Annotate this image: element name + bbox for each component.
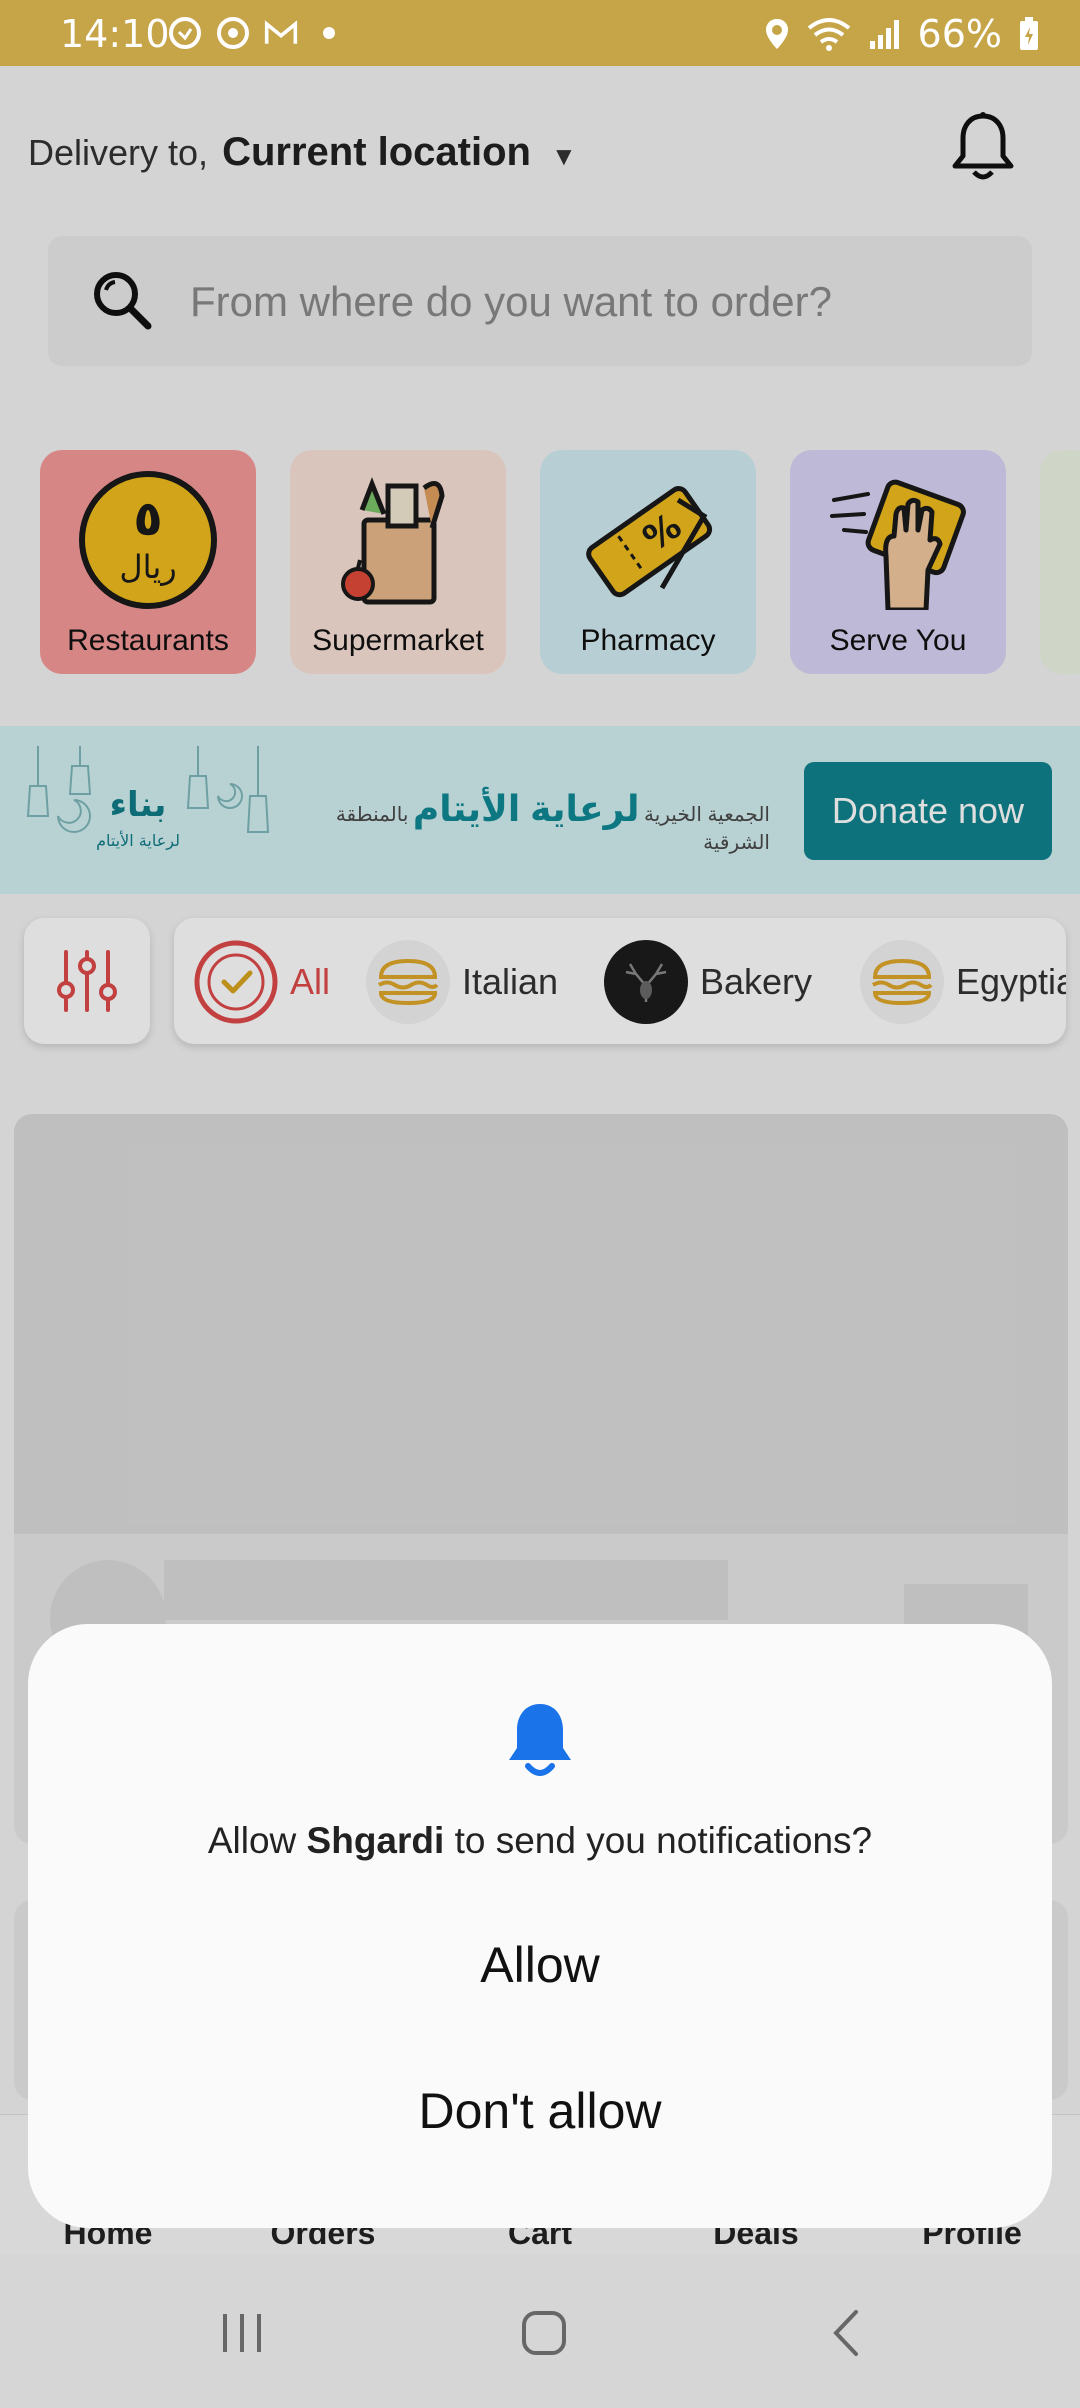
battery-icon — [1020, 17, 1038, 50]
bell-icon — [506, 1702, 574, 1778]
app-notification-icon — [168, 16, 202, 50]
sync-icon — [216, 16, 250, 50]
allow-button[interactable]: Allow — [88, 1910, 992, 2020]
notification-permission-dialog: Allow Shgardi to send you notifications?… — [28, 1624, 1052, 2228]
wifi-icon — [807, 18, 850, 51]
dont-allow-button[interactable]: Don't allow — [88, 2056, 992, 2166]
battery-percent: 66% — [917, 12, 1002, 56]
signal-icon — [869, 20, 899, 49]
message-suffix: to send you notifications? — [454, 1820, 873, 1861]
system-status: 66% — [764, 12, 1040, 56]
notification-icons — [168, 16, 346, 50]
message-prefix: Allow — [207, 1820, 297, 1861]
permission-message: Allow Shgardi to send you notifications? — [28, 1820, 1052, 1862]
status-time: 14:10 — [60, 12, 170, 56]
location-icon — [765, 19, 788, 49]
status-bar: 14:10 66% — [0, 0, 1080, 66]
dot-icon — [312, 16, 346, 50]
gmail-icon — [264, 16, 298, 50]
app-name: Shgardi — [306, 1820, 445, 1861]
